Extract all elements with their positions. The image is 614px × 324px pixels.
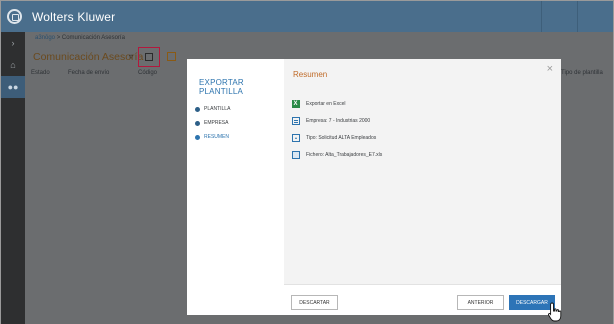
summary-item-format: Exportar en Excel (292, 95, 382, 112)
wizard-steps: PLANTILLA EMPRESA RESUMEN (195, 102, 230, 144)
summary-title: Resumen (293, 70, 328, 79)
summary-item-type: Tipo: Solicitud ALTA Empleados (292, 129, 382, 146)
building-icon (292, 116, 300, 125)
filter-icon[interactable]: ▿ (129, 53, 137, 61)
export-icon (145, 53, 153, 61)
step-label: RESUMEN (204, 134, 230, 140)
modal-title: EXPORTAR PLANTILLA (199, 78, 244, 96)
step-dot-icon (195, 120, 200, 126)
wolters-kluwer-logo-icon[interactable] (7, 9, 22, 24)
top-bar-action-1[interactable] (541, 1, 577, 32)
summary-item-text: Fichero: Alta_Trabajadores_E7.xls (306, 151, 383, 158)
export-button[interactable] (138, 47, 160, 67)
users-icon[interactable]: ●● (1, 76, 25, 98)
summary-item-text: Exportar en Excel (306, 100, 346, 107)
upload-icon (292, 133, 300, 142)
step-empresa[interactable]: EMPRESA (195, 116, 230, 130)
column-header-fecha[interactable]: Fecha de envío (68, 70, 109, 76)
breadcrumb-separator: > (56, 35, 61, 41)
close-icon[interactable]: × (547, 64, 553, 75)
summary-panel: Resumen × Exportar en Excel Empresa: 7 -… (284, 59, 561, 284)
column-header-tipo[interactable]: Tipo de plantilla (561, 70, 603, 76)
column-header-codigo[interactable]: Código (138, 70, 157, 76)
step-resumen[interactable]: RESUMEN (195, 130, 230, 144)
step-dot-icon (195, 106, 200, 112)
file-icon (292, 150, 300, 159)
expand-chevron-icon[interactable]: › (1, 32, 25, 54)
brand-name: Wolters Kluwer (32, 10, 116, 24)
step-label: PLANTILLA (204, 106, 231, 112)
summary-item-text: Empresa: 7 - Industrias 2000 (306, 117, 371, 124)
modal-footer: DESCARTAR ANTERIOR DESCARGAR (284, 284, 561, 315)
discard-button[interactable]: DESCARTAR (291, 295, 338, 310)
breadcrumb-current: Comunicación Asesoría (61, 35, 125, 41)
breadcrumb-parent[interactable]: a3nōgo (35, 35, 55, 41)
left-rail: › ⌂ ●● (1, 32, 25, 324)
hand-pointer-icon (548, 302, 562, 322)
open-external-icon[interactable] (167, 52, 176, 61)
top-bar: Wolters Kluwer (1, 1, 613, 32)
wizard-sidebar: EXPORTAR PLANTILLA PLANTILLA EMPRESA RES… (187, 59, 284, 315)
top-bar-action-2[interactable] (577, 1, 613, 32)
export-template-modal: EXPORTAR PLANTILLA PLANTILLA EMPRESA RES… (187, 59, 561, 315)
step-dot-icon (195, 134, 200, 140)
page-title: Comunicación Asesoría (33, 51, 144, 63)
previous-button[interactable]: ANTERIOR (457, 295, 504, 310)
summary-item-text: Tipo: Solicitud ALTA Empleados (306, 134, 377, 141)
column-header-estado[interactable]: Estado (31, 70, 50, 76)
summary-item-company: Empresa: 7 - Industrias 2000 (292, 112, 382, 129)
step-label: EMPRESA (204, 120, 229, 126)
top-bar-actions (541, 1, 613, 32)
summary-item-file: Fichero: Alta_Trabajadores_E7.xls (292, 146, 382, 163)
summary-list: Exportar en Excel Empresa: 7 - Industria… (292, 95, 382, 163)
excel-icon (292, 99, 300, 108)
breadcrumb: a3nōgo > Comunicación Asesoría (35, 35, 125, 41)
step-plantilla[interactable]: PLANTILLA (195, 102, 230, 116)
home-icon[interactable]: ⌂ (1, 54, 25, 76)
